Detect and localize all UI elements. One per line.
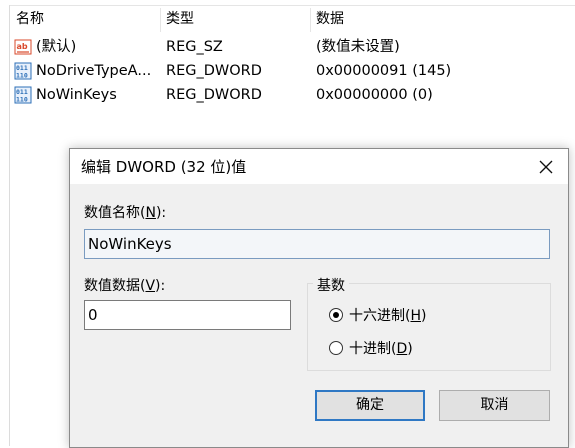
value-data-label: 数值数据(V):: [84, 278, 166, 294]
list-item[interactable]: 011 110 NoDriveTypeA... REG_DWORD 0x0000…: [10, 59, 575, 83]
dialog-titlebar[interactable]: 编辑 DWORD (32 位)值: [70, 149, 568, 184]
value-type: REG_DWORD: [166, 63, 262, 79]
edit-dword-dialog: 编辑 DWORD (32 位)值 数值名称(N): NoWinKeys 数值数据…: [69, 148, 569, 448]
value-name-label: 数值名称(N):: [84, 205, 167, 221]
value-type: REG_DWORD: [166, 87, 262, 103]
list-header: 名称 类型 数据: [10, 6, 575, 33]
value-type: REG_SZ: [166, 39, 223, 55]
value-data: (数值未设置): [316, 39, 400, 55]
base-group-title: 基数: [313, 275, 349, 295]
value-name-field[interactable]: NoWinKeys: [84, 229, 550, 259]
string-value-icon: ab: [14, 39, 32, 55]
value-data: 0x00000000 (0): [316, 87, 433, 103]
dialog-title: 编辑 DWORD (32 位)值: [81, 158, 247, 176]
column-header-type[interactable]: 类型: [166, 6, 194, 33]
cancel-button[interactable]: 取消: [439, 390, 550, 421]
svg-text:ab: ab: [17, 42, 28, 51]
list-item[interactable]: ab (默认) REG_SZ (数值未设置): [10, 35, 575, 59]
base-group: [307, 283, 551, 371]
hex-radio-label[interactable]: 十六进制(H): [349, 305, 426, 325]
column-header-data[interactable]: 数据: [316, 6, 344, 33]
column-separator[interactable]: [160, 8, 161, 32]
value-data-input[interactable]: 0: [84, 300, 291, 330]
decimal-radio[interactable]: [329, 341, 343, 355]
dword-value-icon: 011 110: [14, 86, 32, 104]
hex-radio[interactable]: [329, 308, 343, 322]
column-header-name[interactable]: 名称: [16, 6, 44, 33]
value-data: 0x00000091 (145): [316, 63, 452, 79]
key-tree-pane[interactable]: [0, 5, 10, 446]
column-separator[interactable]: [310, 8, 311, 32]
value-name: NoWinKeys: [36, 87, 117, 103]
decimal-radio-label[interactable]: 十进制(D): [349, 338, 413, 358]
value-name: (默认): [36, 39, 77, 55]
dword-value-icon: 011 110: [14, 62, 32, 80]
list-item[interactable]: 011 110 NoWinKeys REG_DWORD 0x00000000 (…: [10, 83, 575, 107]
svg-text:110: 110: [16, 96, 28, 104]
ok-button[interactable]: 确定: [315, 390, 425, 421]
svg-text:110: 110: [16, 72, 28, 80]
value-name: NoDriveTypeA...: [36, 63, 152, 79]
close-icon[interactable]: [532, 153, 560, 181]
